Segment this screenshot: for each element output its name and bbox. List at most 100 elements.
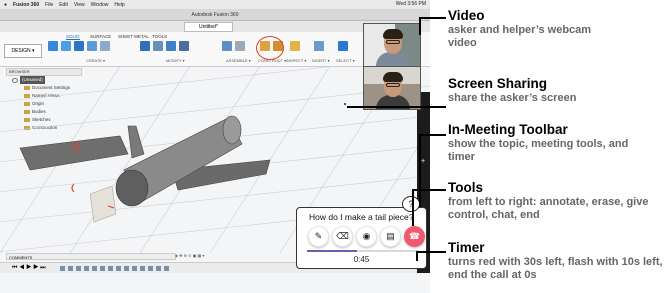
in-meeting-toolbar: How do I make a tail piece? ? ✎ ⌫ ◉ ▤ ☎ …: [296, 196, 427, 269]
leader-timer-stem: [416, 251, 418, 261]
clock: Wed 3:56 PM: [395, 1, 426, 7]
group-select[interactable]: SELECT ▾: [336, 58, 355, 63]
annotation-toolbar: In-Meeting Toolbar show the topic, meeti…: [448, 122, 638, 164]
annotation-desc: show the topic, meeting tools, and timer: [448, 138, 629, 163]
annotation-circle: [256, 36, 284, 60]
window-title: Autodesk Fusion 360: [0, 9, 430, 21]
tail-fin: [127, 125, 145, 159]
chat-icon: ▤: [386, 231, 395, 241]
leader-toolbar-stem: [419, 134, 421, 207]
tab-surface[interactable]: SURFACE: [90, 34, 111, 39]
annotation-desc: from left to right: annotate, erase, giv…: [448, 196, 649, 221]
timeline-feature-icon[interactable]: [108, 266, 113, 271]
timeline-feature-icon[interactable]: [124, 266, 129, 271]
select-icon[interactable]: [338, 41, 348, 51]
annotation-screen-sharing: Screen Sharing share the asker’s screen: [448, 76, 663, 105]
erase-button[interactable]: ⌫: [332, 226, 353, 247]
measure-icon[interactable]: [290, 41, 300, 51]
revolve-icon[interactable]: [74, 41, 84, 51]
end-call-button[interactable]: ☎: [404, 226, 425, 247]
timeline-feature-icon[interactable]: [132, 266, 137, 271]
as-built-joint-icon[interactable]: [235, 41, 245, 51]
timeline-feature-icon[interactable]: [84, 266, 89, 271]
leader-tools-stem: [412, 189, 414, 226]
phone-hangup-icon: ☎: [408, 231, 421, 241]
hole-icon[interactable]: [87, 41, 97, 51]
annotation-title: Video: [448, 8, 485, 23]
leader-video: [420, 17, 446, 19]
timeline-feature-icon[interactable]: [92, 266, 97, 271]
chat-button[interactable]: ▤: [380, 226, 401, 247]
plus-icon[interactable]: +: [421, 158, 425, 165]
annotation-tools: Tools from left to right: annotate, eras…: [448, 180, 660, 222]
tab-sheet-metal[interactable]: SHEET METAL: [118, 34, 149, 39]
pattern-icon[interactable]: [100, 41, 110, 51]
timeline-feature-icon[interactable]: [156, 266, 161, 271]
document-tab[interactable]: Untitled*: [184, 21, 233, 32]
webcam-video-helper: [363, 23, 421, 67]
annotate-button[interactable]: ✎: [308, 226, 329, 247]
combine-icon[interactable]: [166, 41, 176, 51]
annotation-timer: Timer turns red with 30s left, flash wit…: [448, 240, 663, 282]
workspace-switcher[interactable]: DESIGN ▾: [4, 44, 42, 58]
leader-tools: [412, 189, 446, 191]
menu-view[interactable]: View: [74, 2, 85, 8]
annotation-desc: asker and helper’s webcam video: [448, 24, 592, 49]
tab-tools[interactable]: TOOLS: [152, 34, 167, 39]
new-sketch-icon[interactable]: [48, 41, 58, 51]
mouse-cursor: [344, 103, 346, 105]
timeline-feature-icon[interactable]: [60, 266, 65, 271]
group-inspect[interactable]: INSPECT ▾: [286, 58, 306, 63]
shell-icon[interactable]: [153, 41, 163, 51]
timer-progress-bar: [307, 250, 419, 252]
leader-timer: [416, 251, 446, 253]
timer-progress-fill: [307, 250, 358, 252]
timeline-feature-icon[interactable]: [164, 266, 169, 271]
timeline-feature-icon[interactable]: [68, 266, 73, 271]
pencil-icon: ✎: [314, 231, 323, 241]
menu-app[interactable]: Fusion 360: [13, 2, 39, 8]
timeline-feature-icon[interactable]: [140, 266, 145, 271]
apple-icon[interactable]: ●: [4, 2, 7, 8]
timeline-feature-icon[interactable]: [116, 266, 121, 271]
question-icon: ?: [402, 196, 420, 212]
timeline-feature-icon[interactable]: [148, 266, 153, 271]
mouse-icon: ◉: [362, 231, 371, 241]
annotation-title: Timer: [448, 240, 485, 255]
leader-screen-sharing: [347, 106, 446, 108]
webcam-video-asker: [363, 66, 421, 110]
annotation-title: Tools: [448, 180, 483, 195]
group-assemble[interactable]: ASSEMBLE ▾: [226, 58, 251, 63]
meeting-topic: How do I make a tail piece?: [309, 212, 414, 222]
annotation-video: Video asker and helper’s webcam video: [448, 8, 608, 50]
fuselage-end: [115, 169, 149, 207]
timeline-feature-icon[interactable]: [100, 266, 105, 271]
leader-toolbar: [419, 134, 446, 136]
group-create[interactable]: CREATE ▾: [86, 58, 105, 63]
mac-menu-bar: ● Fusion 360 File Edit View Window Help …: [0, 0, 430, 9]
group-insert[interactable]: INSERT ▾: [312, 58, 330, 63]
eraser-icon: ⌫: [336, 231, 349, 241]
left-wing: [19, 135, 129, 171]
comments-panel[interactable]: COMMENTS: [6, 253, 176, 260]
extrude-icon[interactable]: [61, 41, 71, 51]
menu-file[interactable]: File: [45, 2, 53, 8]
insert-icon[interactable]: [314, 41, 324, 51]
tab-solid[interactable]: SOLID: [66, 34, 80, 40]
give-control-button[interactable]: ◉: [356, 226, 377, 247]
annotation-title: Screen Sharing: [448, 76, 548, 91]
navigation-bar[interactable]: ◈ ✥ ⊕ ⊙ ▣ ▦ ▾: [175, 253, 255, 260]
group-modify[interactable]: MODIFY ▾: [166, 58, 185, 63]
menu-edit[interactable]: Edit: [59, 2, 68, 8]
tail-plate: [89, 185, 117, 223]
playback-controls-icon[interactable]: ⏮ ◀ ▶ ▶ ⏭: [12, 265, 46, 272]
timeline-feature-icon[interactable]: [76, 266, 81, 271]
nose-cap: [222, 115, 242, 145]
fillet-icon[interactable]: [140, 41, 150, 51]
menu-window[interactable]: Window: [91, 2, 109, 8]
move-icon[interactable]: [179, 41, 189, 51]
joint-icon[interactable]: [222, 41, 232, 51]
annotation-title: In-Meeting Toolbar: [448, 122, 568, 137]
leader-video-stem: [419, 17, 421, 35]
menu-help[interactable]: Help: [114, 2, 124, 8]
